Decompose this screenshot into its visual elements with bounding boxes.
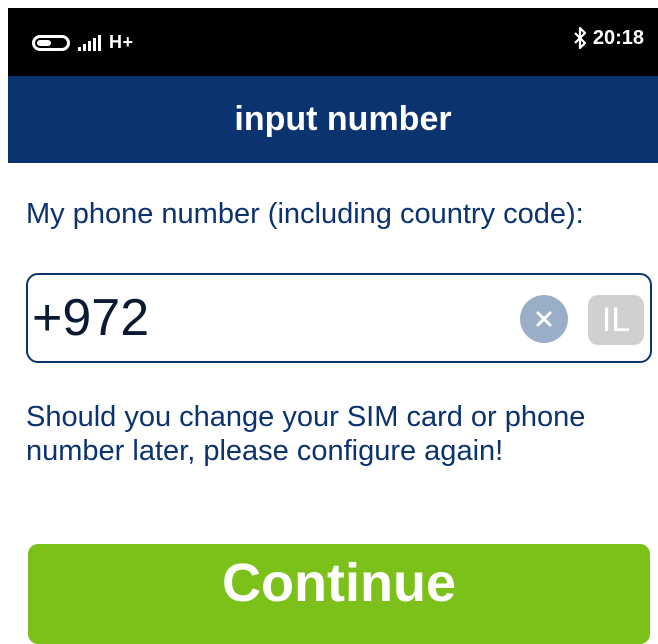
sim-change-notice: Should you change your SIM card or phone… [26, 401, 586, 467]
status-bar: H+ 20:18 [8, 8, 658, 76]
phone-number-field: IL [26, 273, 652, 363]
status-left: H+ [32, 32, 134, 53]
close-icon [536, 311, 552, 327]
page-title: input number [234, 100, 452, 138]
title-bar: input number [8, 76, 658, 163]
country-code-badge[interactable]: IL [588, 295, 644, 345]
clock-time: 20:18 [592, 26, 644, 49]
clear-input-button[interactable] [520, 295, 568, 343]
network-type: H+ [109, 32, 134, 52]
phone-number-label: My phone number (including country code)… [26, 198, 584, 230]
status-right: 20:18 [573, 26, 644, 50]
signal-icon [78, 34, 101, 51]
toggle-icon [32, 34, 70, 51]
phone-number-input[interactable] [32, 285, 512, 351]
bluetooth-icon [574, 26, 586, 50]
continue-button[interactable]: Continue [28, 544, 650, 644]
